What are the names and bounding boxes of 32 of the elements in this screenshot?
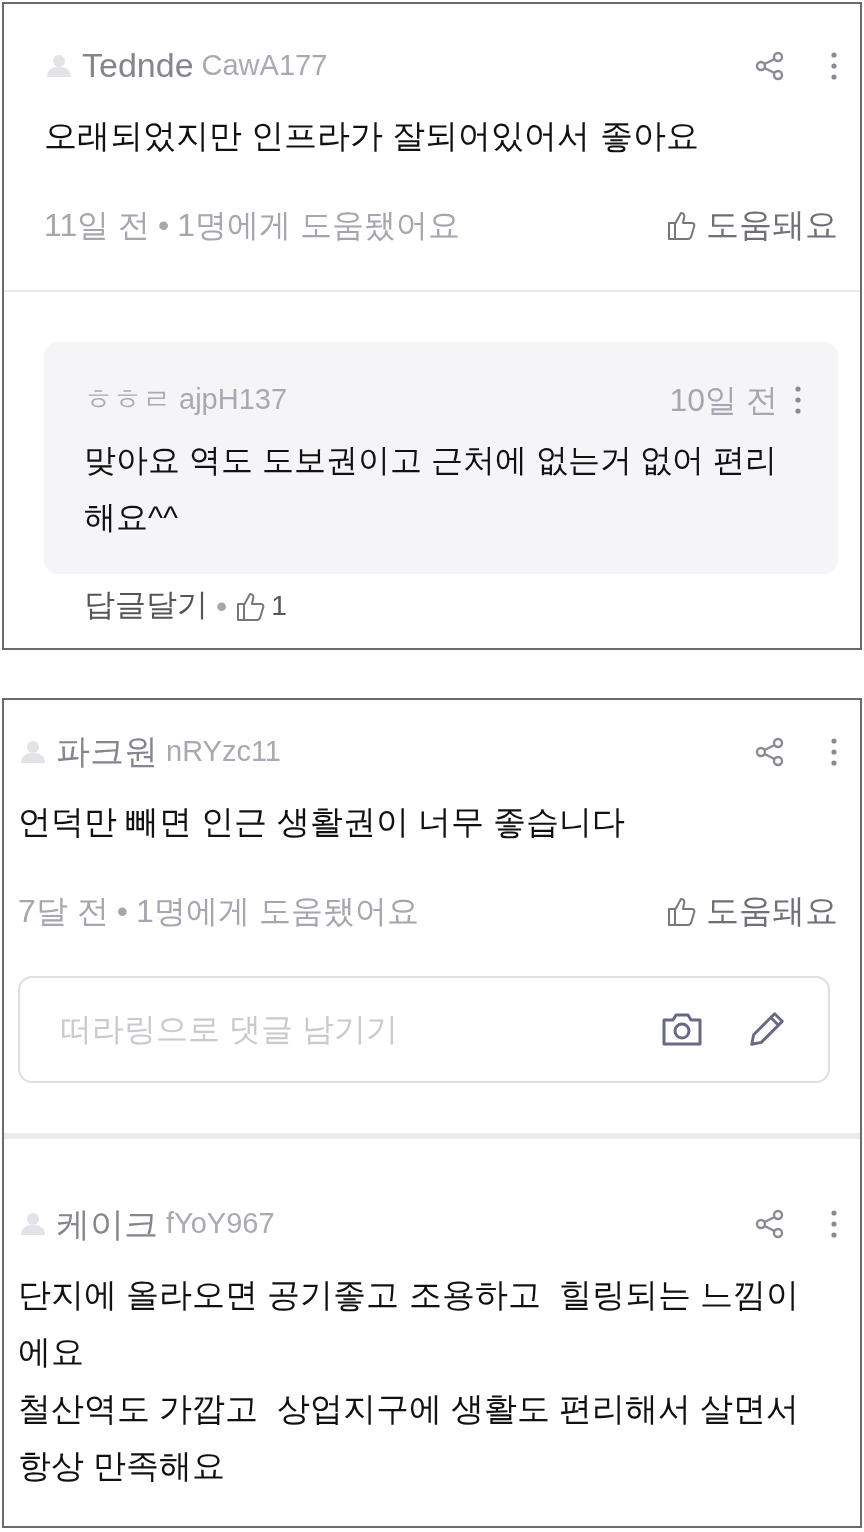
more-icon[interactable] bbox=[830, 1209, 838, 1239]
user-id: CawA177 bbox=[201, 47, 328, 83]
user-id: nRYzc11 bbox=[166, 733, 281, 769]
share-icon[interactable] bbox=[754, 735, 786, 768]
like-button[interactable]: 1 bbox=[235, 584, 287, 627]
review-time: 7달 전 bbox=[18, 891, 109, 931]
share-icon[interactable] bbox=[754, 1208, 786, 1240]
avatar-icon bbox=[18, 1210, 48, 1238]
helpful-button[interactable]: 도움돼요 bbox=[666, 886, 838, 936]
more-icon[interactable] bbox=[830, 736, 838, 767]
separator-dot: • bbox=[158, 205, 170, 245]
reply-text: 맞아요 역도 도보권이고 근처에 없는거 없어 편리해요^^ bbox=[84, 440, 779, 537]
user-id: fYoY967 bbox=[166, 1206, 275, 1242]
review-time: 11일 전 bbox=[44, 205, 151, 245]
user-name: 케이크 bbox=[56, 1203, 158, 1245]
user-name: ㅎㅎㄹ bbox=[84, 381, 171, 417]
helpful-count: 1명에게 도움됐어요 bbox=[135, 891, 419, 931]
review-text: 오래되었지만 인프라가 잘되어있어서 좋아요 bbox=[44, 116, 700, 156]
helpful-button[interactable]: 도움돼요 bbox=[666, 200, 838, 250]
reply-link[interactable]: 답글달기 bbox=[84, 582, 208, 629]
user-id: ajpH137 bbox=[179, 381, 288, 417]
review-text: 언덕만 빼면 인근 생활권이 너무 좋습니다 bbox=[18, 802, 626, 842]
reply-time: 10일 전 bbox=[669, 380, 778, 420]
user-name: 파크원 bbox=[56, 731, 158, 772]
user-name: Tednde bbox=[82, 45, 194, 86]
helpful-count: 1명에게 도움됐어요 bbox=[177, 205, 460, 245]
share-icon[interactable] bbox=[754, 49, 786, 82]
more-icon[interactable] bbox=[830, 50, 838, 81]
review-text: 단지에 올라오면 공기좋고 조용하고 힐링되는 느낌이에요 철산역도 가깝고 상업지구에 생활도 편리해서 살면서 항상 만족해요 bbox=[18, 1274, 800, 1486]
separator-dot: • bbox=[216, 586, 228, 626]
separator-dot: • bbox=[116, 891, 128, 931]
more-icon[interactable] bbox=[794, 384, 802, 415]
